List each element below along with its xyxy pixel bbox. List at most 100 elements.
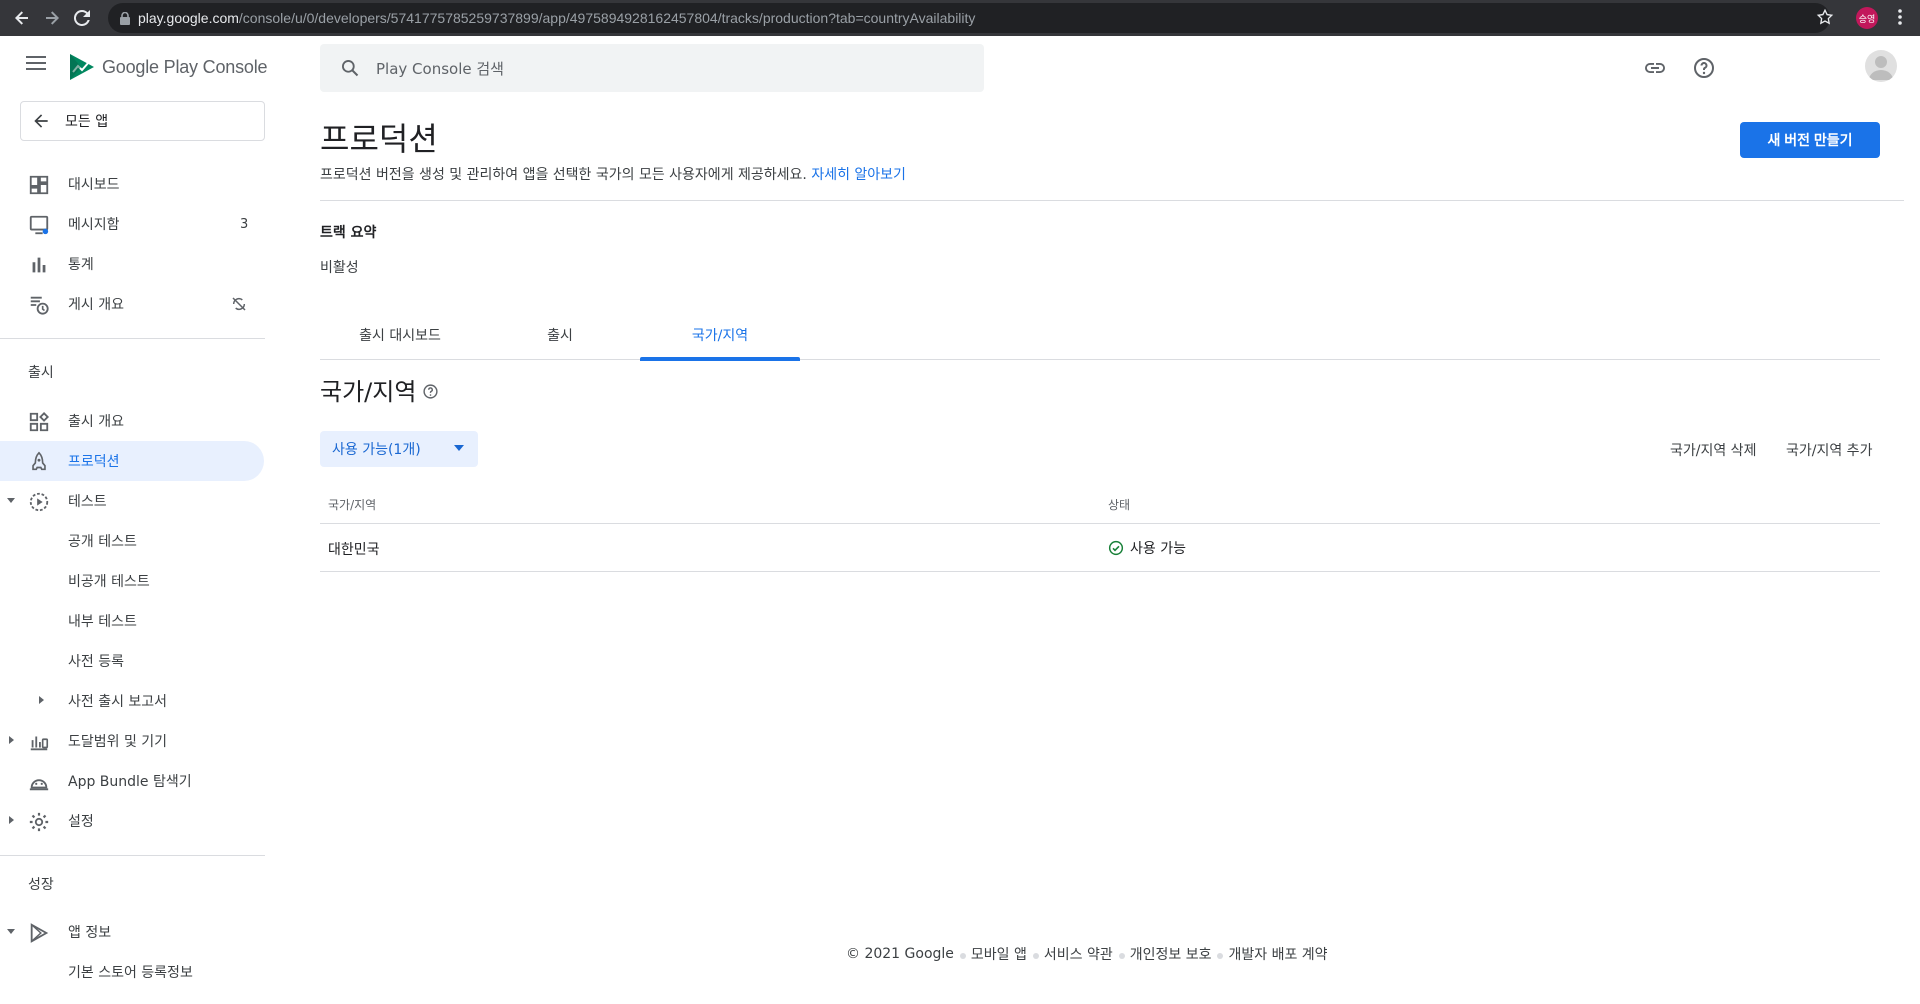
- status-cell: 사용 가능: [1108, 538, 1186, 558]
- lock-icon: [120, 11, 130, 25]
- person-icon: [1869, 56, 1893, 80]
- page-description: 프로덕션 버전을 생성 및 관리하여 앱을 선택한 국가의 모든 사용자에게 제…: [320, 167, 906, 183]
- play-console-logo[interactable]: Google Play Console: [68, 52, 268, 82]
- testing-icon: [29, 492, 49, 512]
- back-arrow-icon: [34, 114, 48, 128]
- sidebar-item-publishing-overview[interactable]: 게시 개요: [0, 284, 264, 324]
- inbox-icon: [29, 215, 49, 235]
- footer-separator: [1118, 953, 1125, 959]
- help-icon[interactable]: [422, 383, 439, 400]
- sidebar-item-release-overview[interactable]: 출시 개요: [0, 401, 264, 441]
- sidebar-item-closed-testing[interactable]: 비공개 테스트: [0, 561, 264, 601]
- sidebar-item-settings[interactable]: 설정: [0, 801, 264, 841]
- column-header-status: 상태: [1108, 498, 1131, 512]
- search-icon: [342, 59, 359, 77]
- chevron-down-icon[interactable]: [6, 495, 16, 505]
- remove-countries-button[interactable]: 국가/지역 삭제: [1670, 440, 1756, 460]
- sidebar-item-open-testing[interactable]: 공개 테스트: [0, 521, 264, 561]
- tab-bar: 출시 대시보드 출시 국가/지역: [320, 310, 1880, 361]
- sidebar-item-testing[interactable]: 테스트: [0, 481, 264, 521]
- forward-arrow-icon[interactable]: [38, 4, 66, 32]
- search-placeholder: Play Console 검색: [376, 59, 504, 78]
- add-countries-button[interactable]: 국가/지역 추가: [1786, 440, 1872, 460]
- browser-menu-icon[interactable]: [1892, 8, 1908, 26]
- account-avatar[interactable]: [1865, 50, 1897, 82]
- filter-label: 사용 가능(1개): [332, 442, 421, 458]
- reach-icon: [30, 736, 49, 751]
- tab-releases[interactable]: 출시: [480, 310, 640, 360]
- footer-link-distribution-agreement[interactable]: 개발자 배포 계약: [1228, 944, 1327, 964]
- production-icon: [32, 451, 46, 471]
- sidebar-section-growth: 성장: [28, 877, 54, 893]
- play-store-icon: [30, 923, 49, 943]
- sidebar-item-app-info[interactable]: 앱 정보: [0, 912, 264, 952]
- footer-link-privacy[interactable]: 개인정보 보호: [1130, 944, 1212, 964]
- track-summary-label: 트랙 요약: [320, 225, 377, 241]
- learn-more-link[interactable]: 자세히 알아보기: [811, 167, 906, 183]
- sidebar-divider: [0, 855, 265, 856]
- sidebar-item-inbox[interactable]: 메시지함 3: [0, 204, 264, 244]
- reload-icon[interactable]: [68, 4, 96, 32]
- check-circle-icon: [1108, 540, 1124, 556]
- help-icon[interactable]: [1692, 56, 1716, 80]
- sidebar-item-internal-testing[interactable]: 내부 테스트: [0, 601, 264, 641]
- sidebar-item-statistics[interactable]: 통계: [0, 244, 264, 284]
- chevron-right-icon[interactable]: [6, 735, 16, 745]
- all-apps-button[interactable]: 모든 앱: [20, 101, 265, 141]
- settings-icon: [29, 812, 49, 832]
- header-divider: [320, 200, 1904, 201]
- dashboard-icon: [29, 175, 49, 195]
- back-arrow-icon[interactable]: [8, 4, 36, 32]
- browser-toolbar: play.google.com/console/u/0/developers/5…: [0, 0, 1920, 36]
- section-heading: 국가/지역: [320, 372, 439, 407]
- table-header: 국가/지역 상태: [320, 484, 1880, 524]
- sidebar-item-production[interactable]: 프로덕션: [0, 441, 264, 481]
- sidebar-section-release: 출시: [28, 365, 54, 381]
- table-row[interactable]: 대한민국 사용 가능: [320, 524, 1880, 572]
- create-new-release-button[interactable]: 새 버전 만들기: [1740, 122, 1880, 158]
- sidebar-nav: 모든 앱 대시보드 메시지함 3 통계 게시 개요 출시 출시 개요 프로덕션 …: [0, 100, 265, 1004]
- sidebar-item-app-bundle-explorer[interactable]: App Bundle 탐색기: [0, 761, 264, 801]
- chevron-down-icon[interactable]: [6, 926, 16, 936]
- track-summary-value: 비활성: [320, 260, 359, 276]
- bar-chart-icon: [32, 257, 46, 273]
- footer-link-terms[interactable]: 서비스 약관: [1044, 944, 1113, 964]
- chevron-right-icon[interactable]: [36, 695, 46, 705]
- country-cell: 대한민국: [328, 542, 380, 558]
- app-header: Google Play Console Play Console 검색: [0, 36, 1920, 100]
- tab-countries-regions[interactable]: 국가/지역: [640, 310, 800, 361]
- sidebar-item-reach-devices[interactable]: 도달범위 및 기기: [0, 721, 264, 761]
- sync-disabled-icon: [232, 297, 246, 311]
- sidebar-item-dashboard[interactable]: 대시보드: [0, 164, 264, 204]
- address-bar[interactable]: play.google.com/console/u/0/developers/5…: [108, 3, 1830, 33]
- availability-filter-dropdown[interactable]: 사용 가능(1개): [320, 431, 478, 467]
- column-header-country: 국가/지역: [328, 498, 377, 512]
- sidebar-item-pre-launch-report[interactable]: 사전 출시 보고서: [0, 681, 264, 721]
- section-title: 국가/지역: [320, 378, 417, 406]
- publishing-icon: [30, 296, 49, 315]
- all-apps-label: 모든 앱: [65, 114, 109, 130]
- dropdown-arrow-icon: [454, 445, 464, 451]
- footer-separator: [1032, 953, 1039, 959]
- browser-profile-avatar[interactable]: 승영: [1856, 7, 1878, 29]
- bundle-icon: [29, 779, 49, 791]
- link-icon[interactable]: [1643, 56, 1667, 80]
- release-overview-icon: [29, 411, 50, 432]
- url-text: play.google.com/console/u/0/developers/5…: [138, 10, 976, 26]
- tab-release-dashboard[interactable]: 출시 대시보드: [320, 310, 480, 360]
- page-title: 프로덕션: [320, 120, 438, 158]
- play-console-logo-icon: [70, 54, 94, 80]
- inbox-count: 3: [240, 216, 249, 232]
- hamburger-menu-icon[interactable]: [26, 56, 46, 70]
- status-text: 사용 가능: [1130, 541, 1186, 557]
- copyright: © 2021 Google: [846, 946, 954, 962]
- search-input[interactable]: Play Console 검색: [320, 44, 984, 92]
- footer-link-mobile-app[interactable]: 모바일 앱: [971, 944, 1027, 964]
- bookmark-star-icon[interactable]: [1816, 8, 1834, 26]
- footer: © 2021 Google 모바일 앱 서비스 약관 개인정보 보호 개발자 배…: [846, 944, 1328, 964]
- footer-separator: [1217, 953, 1224, 959]
- sidebar-item-main-store-listing[interactable]: 기본 스토어 등록정보: [0, 952, 264, 992]
- sidebar-item-pre-registration[interactable]: 사전 등록: [0, 641, 264, 681]
- chevron-right-icon[interactable]: [6, 815, 16, 825]
- brand-name: Google Play Console: [102, 56, 268, 77]
